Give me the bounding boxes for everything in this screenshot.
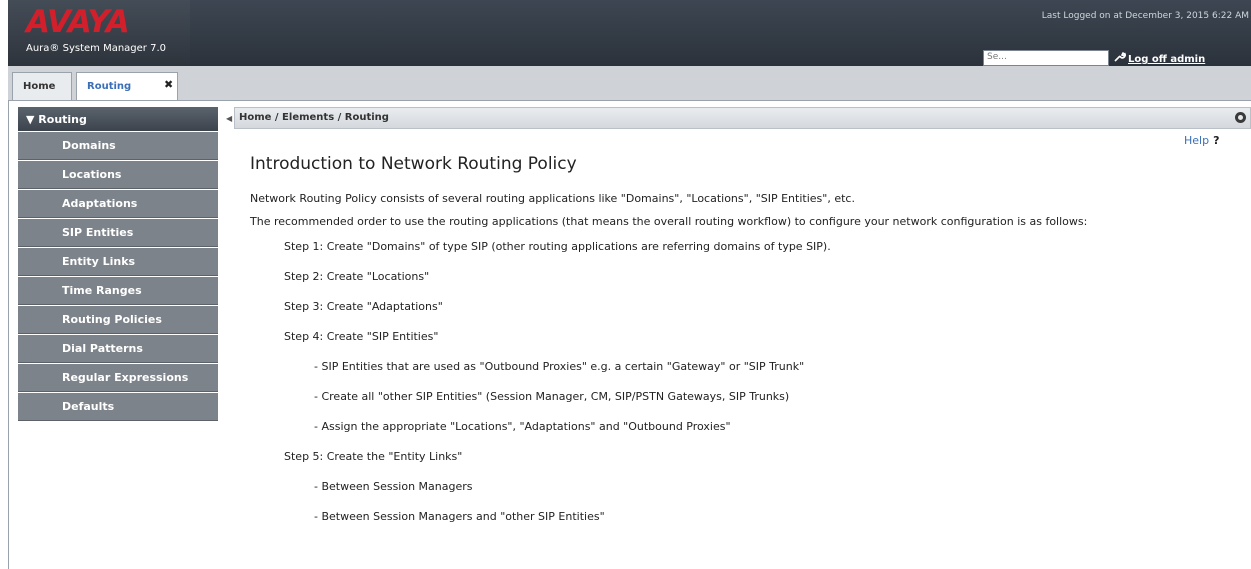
help-label[interactable]: Help (1184, 134, 1209, 147)
triangle-down-icon: ▼ (26, 113, 39, 126)
step-1: Step 1: Create "Domains" of type SIP (ot… (284, 240, 831, 253)
step-2: Step 2: Create "Locations" (284, 270, 430, 283)
sidebar-item-dial-patterns[interactable]: Dial Patterns (18, 335, 218, 363)
logo-area: AVAYA Aura® System Manager 7.0 (8, 0, 190, 66)
sidebar-item-defaults[interactable]: Defaults (18, 393, 218, 421)
page-title: Introduction to Network Routing Policy (250, 154, 577, 174)
help-link[interactable]: Help? (1184, 134, 1219, 147)
close-tab-icon[interactable]: ✖ (164, 78, 173, 91)
intro-paragraph: Network Routing Policy consists of sever… (250, 192, 855, 205)
collapse-sidebar-icon[interactable]: ◀ (226, 114, 232, 123)
logoff-link[interactable]: Log off admin (1114, 52, 1205, 65)
step-5-sub-2: - Between Session Managers and "other SI… (314, 510, 605, 523)
sidebar-item-regular-expressions[interactable]: Regular Expressions (18, 364, 218, 392)
step-3: Step 3: Create "Adaptations" (284, 300, 443, 313)
workflow-paragraph: The recommended order to use the routing… (250, 215, 1088, 228)
sidebar-header[interactable]: ▼ Routing (18, 107, 218, 131)
sidebar-item-entity-links[interactable]: Entity Links (18, 248, 218, 276)
settings-icon[interactable] (1235, 112, 1246, 123)
sidebar-header-label: Routing (38, 113, 87, 126)
step-4-sub-1: - SIP Entities that are used as "Outboun… (314, 360, 805, 373)
avaya-logo: AVAYA (26, 4, 130, 40)
frame-border (8, 100, 9, 569)
wrench-icon (1114, 52, 1126, 62)
step-4-sub-2: - Create all "other SIP Entities" (Sessi… (314, 390, 790, 403)
sidebar: ▼ Routing Domains Locations Adaptations … (18, 107, 218, 421)
sidebar-item-adaptations[interactable]: Adaptations (18, 190, 218, 218)
sidebar-item-locations[interactable]: Locations (18, 161, 218, 189)
sidebar-item-sip-entities[interactable]: SIP Entities (18, 219, 218, 247)
sidebar-item-time-ranges[interactable]: Time Ranges (18, 277, 218, 305)
tab-home[interactable]: Home (12, 72, 72, 100)
sidebar-item-domains[interactable]: Domains (18, 132, 218, 160)
last-logged-text: Last Logged on at December 3, 2015 6:22 … (1041, 11, 1249, 21)
search-input[interactable]: Se... (983, 50, 1109, 66)
breadcrumb: Home / Elements / Routing (234, 107, 1251, 129)
breadcrumb-text: Home / Elements / Routing (239, 112, 389, 123)
product-name: Aura® System Manager 7.0 (26, 43, 166, 54)
step-5: Step 5: Create the "Entity Links" (284, 450, 463, 463)
logoff-label[interactable]: Log off admin (1128, 54, 1205, 65)
help-icon[interactable]: ? (1213, 134, 1219, 147)
main-content: Introduction to Network Routing Policy N… (250, 154, 1240, 540)
step-4-sub-3: - Assign the appropriate "Locations", "A… (314, 420, 731, 433)
tab-bar: Home Routing (8, 66, 1251, 101)
sidebar-item-routing-policies[interactable]: Routing Policies (18, 306, 218, 334)
tab-routing[interactable]: Routing (76, 72, 178, 100)
step-4: Step 4: Create "SIP Entities" (284, 330, 439, 343)
step-5-sub-1: - Between Session Managers (314, 480, 473, 493)
